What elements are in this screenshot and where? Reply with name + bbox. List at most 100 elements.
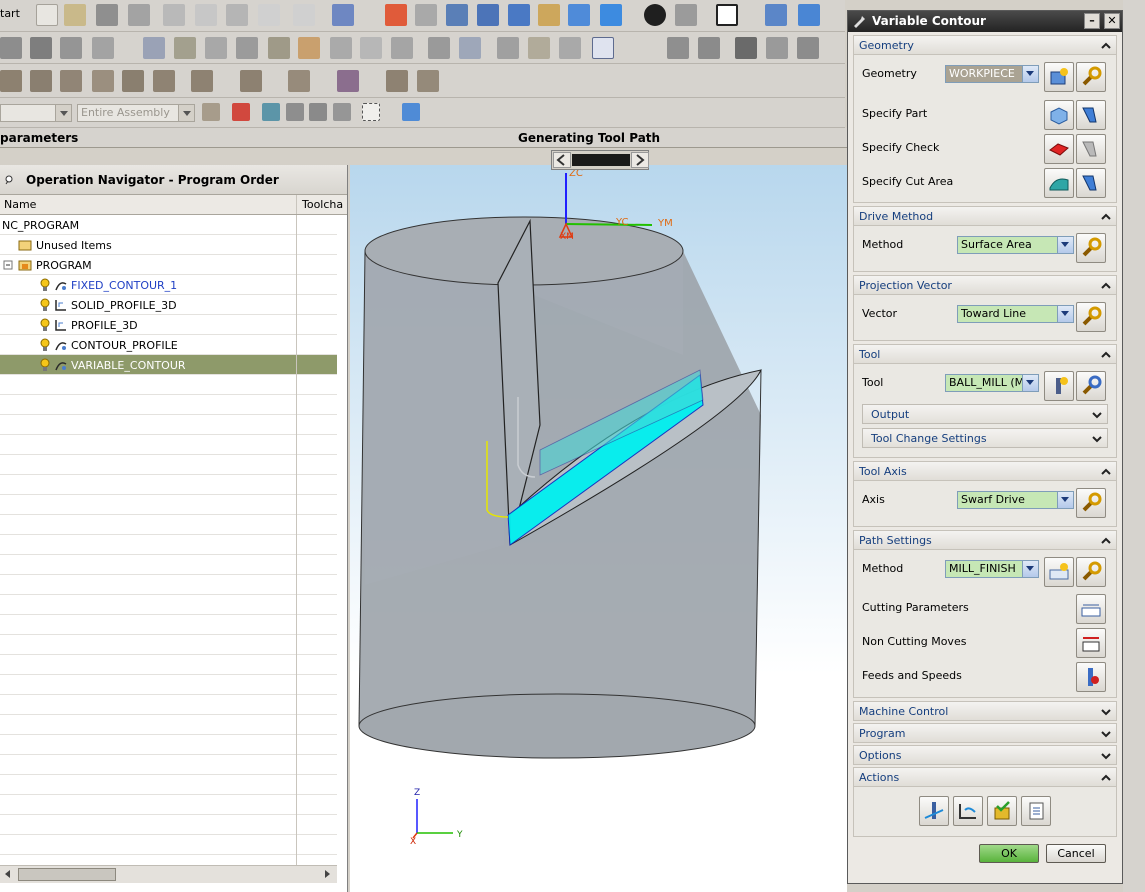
new-geometry-button[interactable] <box>1044 62 1074 92</box>
new-file-icon[interactable] <box>36 4 58 26</box>
select-features-icon[interactable] <box>333 103 351 121</box>
edit-tool-axis-button[interactable] <box>1076 488 1106 518</box>
paste-icon[interactable] <box>226 4 248 26</box>
section-path-settings-header[interactable]: Path Settings <box>853 530 1117 550</box>
geometry-select[interactable]: WORKPIECE <box>945 65 1039 83</box>
start-menu-label[interactable]: tart <box>0 7 20 20</box>
tree-row[interactable]: Unused Items <box>0 235 337 255</box>
perspective-icon[interactable] <box>568 4 590 26</box>
pin-icon[interactable] <box>3 174 15 186</box>
tree-row[interactable]: PROFILE_3D <box>0 315 337 335</box>
section-tool-axis-header[interactable]: Tool Axis <box>853 461 1117 481</box>
edit-geometry-button[interactable] <box>1076 62 1106 92</box>
display-part-button[interactable] <box>1076 100 1106 130</box>
feature-subtract-icon[interactable] <box>386 70 408 92</box>
scroll-right-icon[interactable] <box>322 869 332 879</box>
zoom-in-out-icon[interactable] <box>477 4 499 26</box>
cut-icon[interactable] <box>163 4 185 26</box>
list-tool-path-icon[interactable] <box>330 37 352 59</box>
generate-tool-path-icon[interactable] <box>268 37 290 59</box>
section-view-icon[interactable] <box>675 4 697 26</box>
specify-part-button[interactable] <box>1044 100 1074 130</box>
cancel-button[interactable]: Cancel <box>1046 844 1106 863</box>
wcs-icon[interactable] <box>765 4 787 26</box>
specify-check-button[interactable] <box>1044 134 1074 164</box>
column-header-name[interactable]: Name <box>4 198 36 211</box>
create-program-icon[interactable] <box>0 37 22 59</box>
graphics-window[interactable]: ZC YC YM XM Z Y X <box>350 165 847 892</box>
tree-row[interactable]: NC_PROGRAM <box>0 215 337 235</box>
path-method-select[interactable]: MILL_FINISH <box>945 560 1039 578</box>
machine-tool-view-icon[interactable] <box>174 37 196 59</box>
create-geometry-icon[interactable] <box>60 37 82 59</box>
tool-change-settings-header[interactable]: Tool Change Settings <box>862 428 1108 448</box>
undo-icon[interactable] <box>293 4 315 26</box>
geometry-view-icon[interactable] <box>205 37 227 59</box>
part-navigator-icon[interactable] <box>402 103 420 121</box>
section-actions-header[interactable]: Actions <box>853 767 1117 787</box>
tool-select[interactable]: BALL_MILL (Mill <box>945 374 1039 392</box>
feature-chamfer-icon[interactable] <box>288 70 310 92</box>
tree-row[interactable]: FIXED_CONTOUR_1 <box>0 275 337 295</box>
tree-row[interactable]: VARIABLE_CONTOUR <box>0 355 337 375</box>
transform-icon[interactable] <box>667 37 689 59</box>
fit-view-icon[interactable] <box>385 4 407 26</box>
section-program-header[interactable]: Program <box>853 723 1117 743</box>
create-tool-icon[interactable] <box>30 37 52 59</box>
program-order-view-icon[interactable] <box>143 37 165 59</box>
tree-row[interactable]: PROGRAM <box>0 255 337 275</box>
output-cls-icon[interactable] <box>497 37 519 59</box>
background-icon[interactable] <box>716 4 738 26</box>
feature-pocket-icon[interactable] <box>60 70 82 92</box>
feature-pad-icon[interactable] <box>92 70 114 92</box>
minimize-button[interactable]: – <box>1084 13 1100 29</box>
tree-row[interactable]: CONTOUR_PROFILE <box>0 335 337 355</box>
create-method-icon[interactable] <box>92 37 114 59</box>
snap-point-icon[interactable] <box>232 103 250 121</box>
section-drive-method-header[interactable]: Drive Method <box>853 206 1117 226</box>
drive-method-select[interactable]: Surface Area <box>957 236 1074 254</box>
machining-method-view-icon[interactable] <box>236 37 258 59</box>
feature-edge-blend-icon[interactable] <box>240 70 262 92</box>
feeds-and-speeds-button[interactable] <box>1076 662 1106 692</box>
shaded-view-icon[interactable] <box>600 4 622 26</box>
section-projection-vector-header[interactable]: Projection Vector <box>853 275 1117 295</box>
generate-button[interactable] <box>919 796 949 826</box>
feeds-icon[interactable] <box>528 37 550 59</box>
feature-intersect-icon[interactable] <box>417 70 439 92</box>
feature-slot-icon[interactable] <box>122 70 144 92</box>
specify-cut-area-button[interactable] <box>1044 168 1074 198</box>
replay-button[interactable] <box>953 796 983 826</box>
tool-path-stats-icon[interactable] <box>559 37 581 59</box>
feature-unite-icon[interactable] <box>337 70 359 92</box>
chart-icon[interactable] <box>592 37 614 59</box>
edit-method-button[interactable] <box>1076 557 1106 587</box>
section-machine-control-header[interactable]: Machine Control <box>853 701 1117 721</box>
information-icon[interactable] <box>332 4 354 26</box>
projection-vector-select[interactable]: Toward Line <box>957 305 1074 323</box>
column-divider[interactable] <box>296 195 297 214</box>
delete-icon[interactable] <box>258 4 280 26</box>
section-tool-header[interactable]: Tool <box>853 344 1117 364</box>
section-options-header[interactable]: Options <box>853 745 1117 765</box>
edit-object-icon[interactable] <box>735 37 757 59</box>
column-header-toolchange[interactable]: Toolcha <box>302 198 343 211</box>
edit-tool-button[interactable] <box>1076 371 1106 401</box>
postprocess-icon[interactable] <box>428 37 450 59</box>
selection-filter-icon[interactable] <box>202 103 220 121</box>
close-button[interactable]: ✕ <box>1104 13 1120 29</box>
step-forward-button[interactable] <box>631 152 649 168</box>
feature-hole-icon[interactable] <box>191 70 213 92</box>
quick-pick-icon[interactable] <box>262 103 280 121</box>
ok-button[interactable]: OK <box>979 844 1039 863</box>
edit-drive-method-button[interactable] <box>1076 233 1106 263</box>
verify-tool-path-icon[interactable] <box>360 37 382 59</box>
point-icon[interactable] <box>766 37 788 59</box>
horizontal-scrollbar[interactable] <box>0 865 337 883</box>
shop-docs-icon[interactable] <box>459 37 481 59</box>
edit-projection-vector-button[interactable] <box>1076 302 1106 332</box>
simulate-icon[interactable] <box>391 37 413 59</box>
display-cut-area-button[interactable] <box>1076 168 1106 198</box>
open-file-icon[interactable] <box>64 4 86 26</box>
print-icon[interactable] <box>128 4 150 26</box>
